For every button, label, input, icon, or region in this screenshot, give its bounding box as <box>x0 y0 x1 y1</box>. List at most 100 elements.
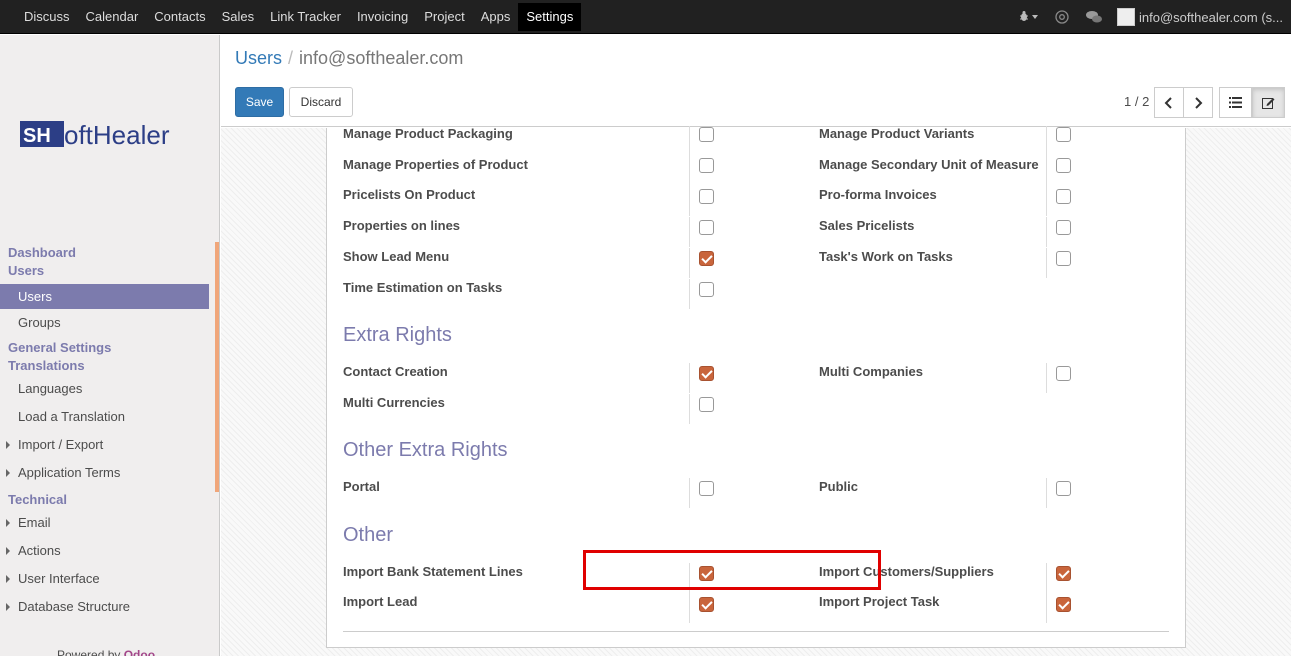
list-icon <box>1229 97 1242 108</box>
top-navbar: Discuss Calendar Contacts Sales Link Tra… <box>0 0 1291 34</box>
menu-project[interactable]: Project <box>416 0 472 34</box>
import-customers-suppliers-checkbox[interactable] <box>1056 566 1071 581</box>
divider <box>689 363 690 393</box>
divider <box>689 217 690 247</box>
save-button[interactable]: Save <box>235 87 284 117</box>
form-view-button[interactable] <box>1252 87 1285 118</box>
at-mention-icon[interactable] <box>1055 10 1069 24</box>
caret-right-icon <box>6 547 10 555</box>
manage-properties-checkbox[interactable] <box>699 158 714 173</box>
sidebar-item-load-translation[interactable]: Load a Translation <box>0 403 209 431</box>
sidebar: SH oftHealer Dashboard Users Users Group… <box>0 35 220 656</box>
breadcrumb-separator: / <box>288 48 294 68</box>
public-checkbox[interactable] <box>1056 481 1071 496</box>
pager-previous-button[interactable] <box>1154 87 1184 118</box>
tasks-work-checkbox[interactable] <box>1056 251 1071 266</box>
menu-calendar[interactable]: Calendar <box>78 0 147 34</box>
right-label: Portal <box>343 479 380 494</box>
odoo-link[interactable]: Odoo <box>124 648 155 656</box>
access-row: Multi Currencies <box>327 394 1187 425</box>
divider <box>1046 563 1047 593</box>
sidebar-section-translations[interactable]: Translations <box>0 357 209 375</box>
menu-settings[interactable]: Settings <box>518 3 582 31</box>
sidebar-item-application-terms[interactable]: Application Terms <box>0 459 209 487</box>
caret-right-icon <box>6 603 10 611</box>
sidebar-item-languages[interactable]: Languages <box>0 375 209 403</box>
sidebar-item-import-export[interactable]: Import / Export <box>0 431 209 459</box>
section-title-extra-rights: Extra Rights <box>343 324 452 346</box>
pager-value[interactable]: 1 / 2 <box>1124 94 1149 109</box>
debug-bug-icon[interactable] <box>1019 11 1039 23</box>
properties-on-lines-checkbox[interactable] <box>699 220 714 235</box>
show-lead-menu-checkbox[interactable] <box>699 251 714 266</box>
import-project-task-checkbox[interactable] <box>1056 597 1071 612</box>
divider <box>689 126 690 156</box>
breadcrumb-users-link[interactable]: Users <box>235 48 282 68</box>
manage-product-variants-checkbox[interactable] <box>1056 127 1071 142</box>
access-row: Manage Product Packaging Manage Product … <box>327 126 1187 156</box>
sidebar-item-actions[interactable]: Actions <box>0 537 209 565</box>
divider <box>1046 217 1047 247</box>
sidebar-item-email[interactable]: Email <box>0 509 209 537</box>
divider <box>1046 478 1047 508</box>
pager-next-button[interactable] <box>1183 87 1213 118</box>
right-label: Show Lead Menu <box>343 249 450 264</box>
right-label: Task's Work on Tasks <box>819 249 953 264</box>
divider <box>689 279 690 309</box>
right-label: Multi Companies <box>819 364 924 379</box>
right-label: Time Estimation on Tasks <box>343 280 503 295</box>
softhealer-logo: SH oftHealer <box>20 120 170 150</box>
proforma-invoices-checkbox[interactable] <box>1056 189 1071 204</box>
right-label: Manage Secondary Unit of Measure <box>819 157 1039 172</box>
right-label: Pricelists On Product <box>343 187 476 202</box>
menu-sales[interactable]: Sales <box>214 0 263 34</box>
sidebar-item-label: Database Structure <box>18 599 131 614</box>
divider <box>689 593 690 623</box>
menu-discuss[interactable]: Discuss <box>16 0 78 34</box>
manage-product-packaging-checkbox[interactable] <box>699 127 714 142</box>
menu-contacts[interactable]: Contacts <box>146 0 213 34</box>
multi-companies-checkbox[interactable] <box>1056 366 1071 381</box>
chevron-left-icon <box>1164 96 1172 109</box>
sidebar-item-user-interface[interactable]: User Interface <box>0 565 209 593</box>
form-view-area: Manage Product Packaging Manage Product … <box>221 126 1291 656</box>
sidebar-item-users[interactable]: Users <box>0 284 209 309</box>
breadcrumb-current: info@softhealer.com <box>299 48 464 68</box>
user-menu[interactable]: info@softhealer.com (s... <box>1117 8 1283 26</box>
divider <box>689 186 690 216</box>
access-row: Contact Creation Multi Companies <box>327 363 1187 394</box>
avatar <box>1117 8 1136 26</box>
chat-bubbles-icon[interactable] <box>1085 10 1103 24</box>
secondary-uom-checkbox[interactable] <box>1056 158 1071 173</box>
systray: info@softhealer.com (s... <box>1011 0 1283 34</box>
menu-invoicing[interactable]: Invoicing <box>349 0 416 34</box>
access-row: Time Estimation on Tasks <box>327 279 1187 310</box>
sidebar-section-technical[interactable]: Technical <box>0 491 209 509</box>
pricelists-on-product-checkbox[interactable] <box>699 189 714 204</box>
sidebar-nav: Dashboard Users Users Groups General Set… <box>0 242 209 621</box>
sidebar-scrollbar[interactable] <box>215 242 219 492</box>
right-label: Public <box>819 479 859 494</box>
sidebar-item-database-structure[interactable]: Database Structure <box>0 593 209 621</box>
right-label: Sales Pricelists <box>819 218 915 233</box>
sidebar-section-general-settings[interactable]: General Settings <box>0 339 209 357</box>
list-view-button[interactable] <box>1219 87 1252 118</box>
portal-checkbox[interactable] <box>699 481 714 496</box>
powered-by: Powered by Odoo <box>57 648 155 656</box>
sidebar-section-dashboard[interactable]: Dashboard <box>0 244 209 262</box>
sales-pricelists-checkbox[interactable] <box>1056 220 1071 235</box>
access-row: Pricelists On Product Pro-forma Invoices <box>327 186 1187 217</box>
multi-currencies-checkbox[interactable] <box>699 397 714 412</box>
right-label: Import Project Task <box>819 594 940 609</box>
time-estimation-checkbox[interactable] <box>699 282 714 297</box>
powered-by-text: Powered by <box>57 648 121 656</box>
sidebar-section-users[interactable]: Users <box>0 262 209 280</box>
import-bank-statement-lines-checkbox[interactable] <box>699 566 714 581</box>
discard-button[interactable]: Discard <box>289 87 353 117</box>
menu-apps[interactable]: Apps <box>473 0 519 34</box>
menu-link-tracker[interactable]: Link Tracker <box>262 0 349 34</box>
contact-creation-checkbox[interactable] <box>699 366 714 381</box>
sidebar-item-groups[interactable]: Groups <box>0 309 209 337</box>
import-lead-checkbox[interactable] <box>699 597 714 612</box>
caret-right-icon <box>6 519 10 527</box>
